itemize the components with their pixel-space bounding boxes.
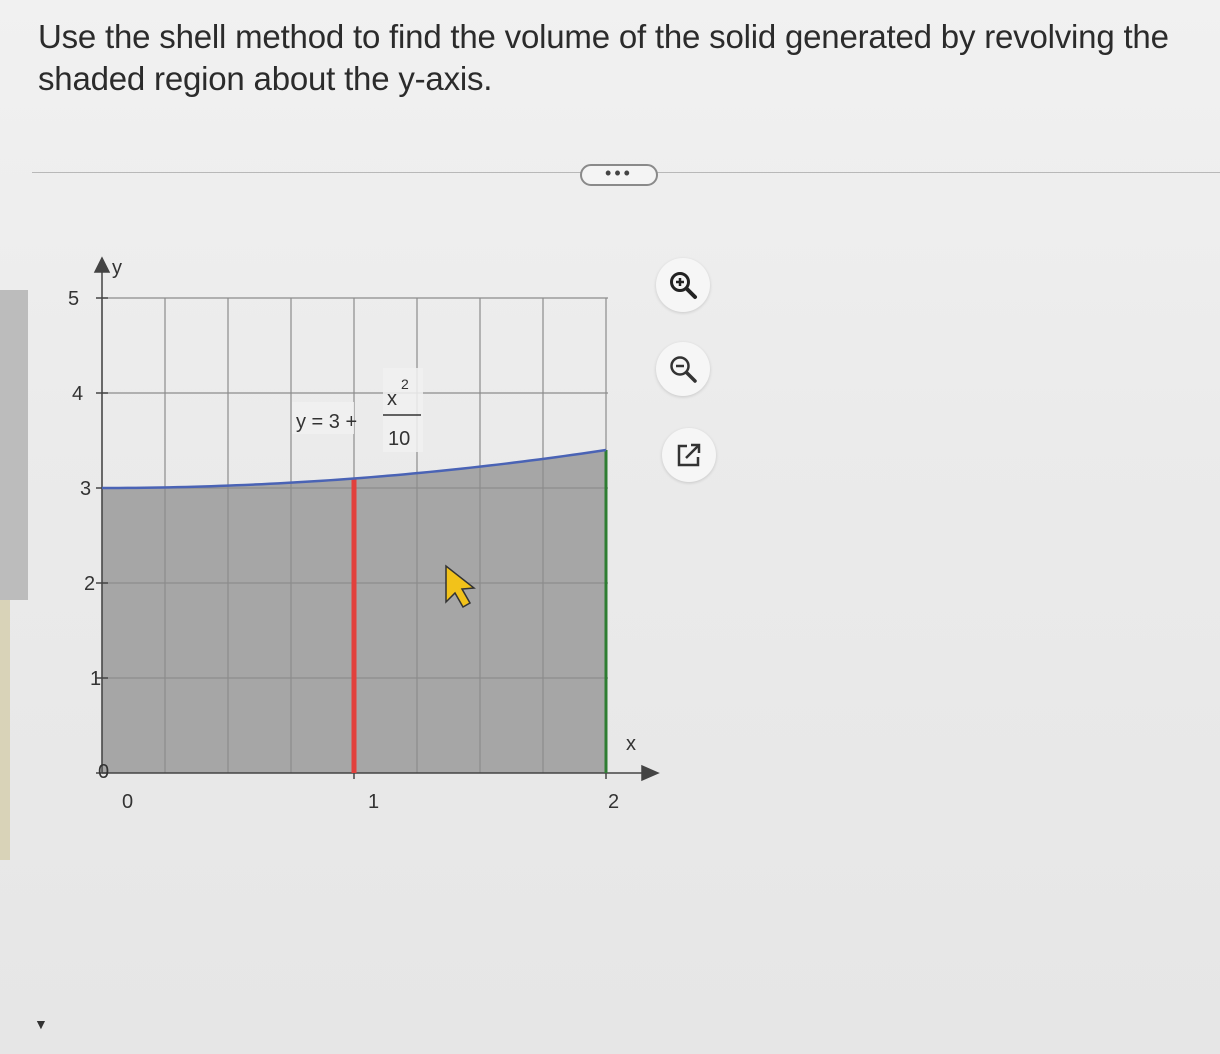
external-link-icon — [677, 443, 701, 467]
y-tick-label: 1 — [90, 668, 101, 690]
zoom-out-icon — [670, 356, 697, 383]
equation-numerator: x — [387, 388, 397, 410]
question-text: Use the shell method to find the volume … — [38, 18, 1169, 97]
equation-exponent: 2 — [401, 376, 409, 392]
y-axis-label: y — [112, 257, 122, 279]
side-strip — [0, 600, 10, 860]
popout-button[interactable] — [662, 428, 716, 482]
x-tick-label: 2 — [608, 791, 619, 813]
y-tick-label: 3 — [80, 478, 91, 500]
x-tick-label: 0 — [122, 791, 133, 813]
equation-lhs: y = 3 + — [296, 411, 357, 433]
y-tick-label: 2 — [84, 573, 95, 595]
y-tick-label: 5 — [68, 288, 79, 310]
curve-equation-label: y = 3 + x 2 10 — [292, 368, 423, 452]
more-button[interactable]: ••• — [580, 164, 658, 186]
x-axis-label: x — [626, 733, 636, 755]
zoom-out-button[interactable] — [656, 342, 710, 396]
y-tick-label: 4 — [72, 383, 83, 405]
zoom-in-icon — [670, 272, 697, 299]
x-tick-label: 1 — [368, 791, 379, 813]
x-axis-arrow — [641, 764, 660, 782]
equation-denominator: 10 — [388, 428, 410, 450]
zoom-in-button[interactable] — [656, 258, 710, 312]
graph: y x 5 4 3 2 1 0 0 1 2 y = 3 + x 2 10 — [68, 256, 660, 813]
y-tick-label: 0 — [98, 761, 109, 783]
caret-down-icon[interactable]: ▼ — [34, 1016, 48, 1032]
side-scroll-strip — [0, 290, 28, 600]
y-axis-arrow — [93, 256, 111, 273]
page: ▼ Use the shell method to find the volum… — [0, 0, 1220, 1054]
